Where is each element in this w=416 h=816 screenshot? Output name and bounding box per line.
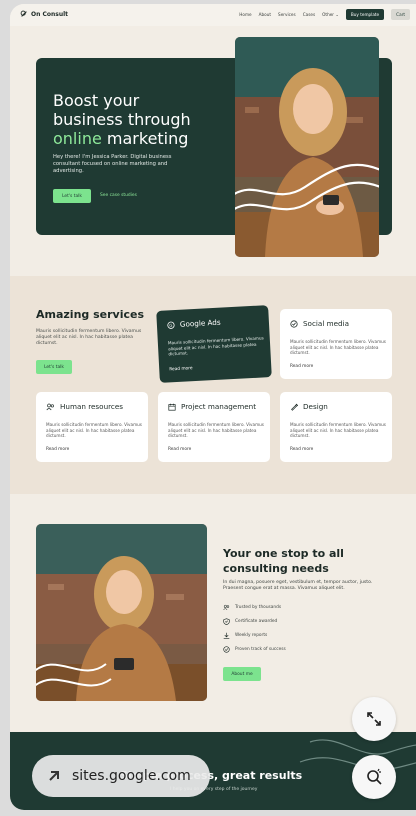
- read-more-link[interactable]: Read more: [169, 366, 193, 372]
- services-description: Mauris sollicitudin fermentum libero. Vi…: [36, 329, 142, 346]
- nav-link-about[interactable]: About: [259, 12, 271, 17]
- nav-link-home[interactable]: Home: [239, 12, 251, 17]
- feature-item: Trusted by thousands: [223, 604, 281, 611]
- nav-link-other-label: Other: [322, 12, 335, 17]
- feature-label: Certificate awarded: [235, 619, 278, 624]
- people-icon: [223, 604, 230, 610]
- hero-title: Boost your business through online marke…: [53, 91, 223, 148]
- card-title: Social media: [303, 319, 349, 328]
- hero-description: Hey there! I'm Jessica Parker. Digital b…: [53, 154, 172, 174]
- lets-talk-button[interactable]: Let's talk: [53, 189, 91, 203]
- open-site-link[interactable]: sites.google.com: [32, 755, 210, 797]
- card-title: Google Ads: [179, 317, 221, 329]
- service-card-google-ads[interactable]: G Google Ads Mauris sollicitudin ferment…: [156, 305, 272, 383]
- card-text: Mauris sollicitudin fermentum libero. Vi…: [290, 422, 386, 439]
- hero-title-line2: business through: [53, 110, 191, 129]
- card-text: Mauris sollicitudin fermentum libero. Vi…: [290, 339, 386, 356]
- cart-button[interactable]: Cart: [391, 9, 410, 20]
- brand-logo[interactable]: On Consult: [20, 10, 68, 18]
- one-stop-description: In dui magna, posuere eget, vestibulum e…: [223, 580, 373, 592]
- calendar-icon: [168, 403, 176, 411]
- feature-item: Proven track of success: [223, 646, 286, 653]
- card-text: Mauris sollicitudin fermentum libero. Vi…: [168, 422, 264, 439]
- buy-template-button[interactable]: Buy template: [345, 9, 385, 20]
- services-lets-talk-button[interactable]: Let's talk: [36, 360, 72, 374]
- feature-label: Proven track of success: [235, 647, 286, 652]
- card-title: Human resources: [60, 402, 124, 411]
- feature-item: Certificate awarded: [223, 618, 277, 625]
- brand-name: On Consult: [31, 10, 69, 18]
- google-ads-icon: G: [167, 321, 175, 329]
- arrow-up-right-icon: [49, 771, 59, 781]
- svg-text:G: G: [169, 322, 172, 327]
- service-card-design[interactable]: Design Mauris sollicitudin fermentum lib…: [280, 392, 392, 462]
- nav-link-services[interactable]: Services: [278, 12, 296, 17]
- page-frame: On Consult Home About Services Cases Oth…: [10, 4, 416, 810]
- nav-links: Home About Services Cases Other ⌄ Buy te…: [239, 9, 410, 20]
- feature-label: Weekly reports: [235, 633, 268, 638]
- service-card-social-media[interactable]: Social media Mauris sollicitudin ferment…: [280, 309, 392, 379]
- card-head: Social media: [290, 319, 349, 328]
- consultant-photo: [36, 524, 207, 701]
- card-head: G Google Ads: [167, 318, 221, 330]
- people-icon: [46, 403, 54, 410]
- card-text: Mauris sollicitudin fermentum libero. Vi…: [167, 335, 264, 357]
- card-title: Design: [303, 402, 328, 411]
- read-more-link[interactable]: Read more: [168, 447, 191, 452]
- card-title: Project management: [181, 402, 257, 411]
- chevron-down-icon: ⌄: [335, 12, 339, 17]
- nav-link-other[interactable]: Other ⌄: [322, 12, 339, 17]
- hero-title-line1: Boost your: [53, 91, 140, 110]
- lens-search-button[interactable]: [352, 755, 396, 799]
- pen-icon: [291, 403, 298, 411]
- case-studies-link[interactable]: See case studies: [100, 193, 137, 198]
- card-head: Project management: [168, 402, 256, 411]
- shield-check-icon: [223, 618, 230, 625]
- card-head: Design: [290, 402, 328, 411]
- card-text: Mauris sollicitudin fermentum libero. Vi…: [46, 422, 142, 439]
- hero-photo-illustration: [235, 37, 379, 257]
- social-media-icon: [290, 319, 298, 328]
- lens-search-icon: [367, 768, 382, 785]
- consultant-photo-illustration: [36, 524, 207, 701]
- hero-title-accent: online: [53, 129, 102, 148]
- logo-icon: [20, 10, 27, 17]
- hero-title-rest: marketing: [101, 129, 189, 148]
- feature-label: Trusted by thousands: [235, 605, 282, 610]
- read-more-link[interactable]: Read more: [290, 364, 313, 369]
- expand-button[interactable]: [352, 697, 396, 741]
- card-head: Human resources: [46, 402, 123, 411]
- hero-photo: [235, 37, 379, 257]
- service-card-project-management[interactable]: Project management Mauris sollicitudin f…: [158, 392, 270, 462]
- services-title: Amazing services: [36, 308, 145, 321]
- download-icon: [223, 632, 230, 639]
- read-more-link[interactable]: Read more: [290, 447, 313, 452]
- nav-link-cases[interactable]: Cases: [303, 12, 315, 17]
- site-url: sites.google.com: [72, 768, 191, 784]
- service-card-human-resources[interactable]: Human resources Mauris sollicitudin ferm…: [36, 392, 148, 462]
- about-me-button[interactable]: About me: [223, 667, 261, 681]
- expand-icon: [367, 712, 381, 726]
- one-stop-title: Your one stop to all consulting needs: [223, 547, 344, 575]
- read-more-link[interactable]: Read more: [46, 447, 69, 452]
- feature-item: Weekly reports: [223, 632, 267, 639]
- top-nav: On Consult Home About Services Cases Oth…: [10, 4, 416, 26]
- check-circle-icon: [223, 646, 230, 653]
